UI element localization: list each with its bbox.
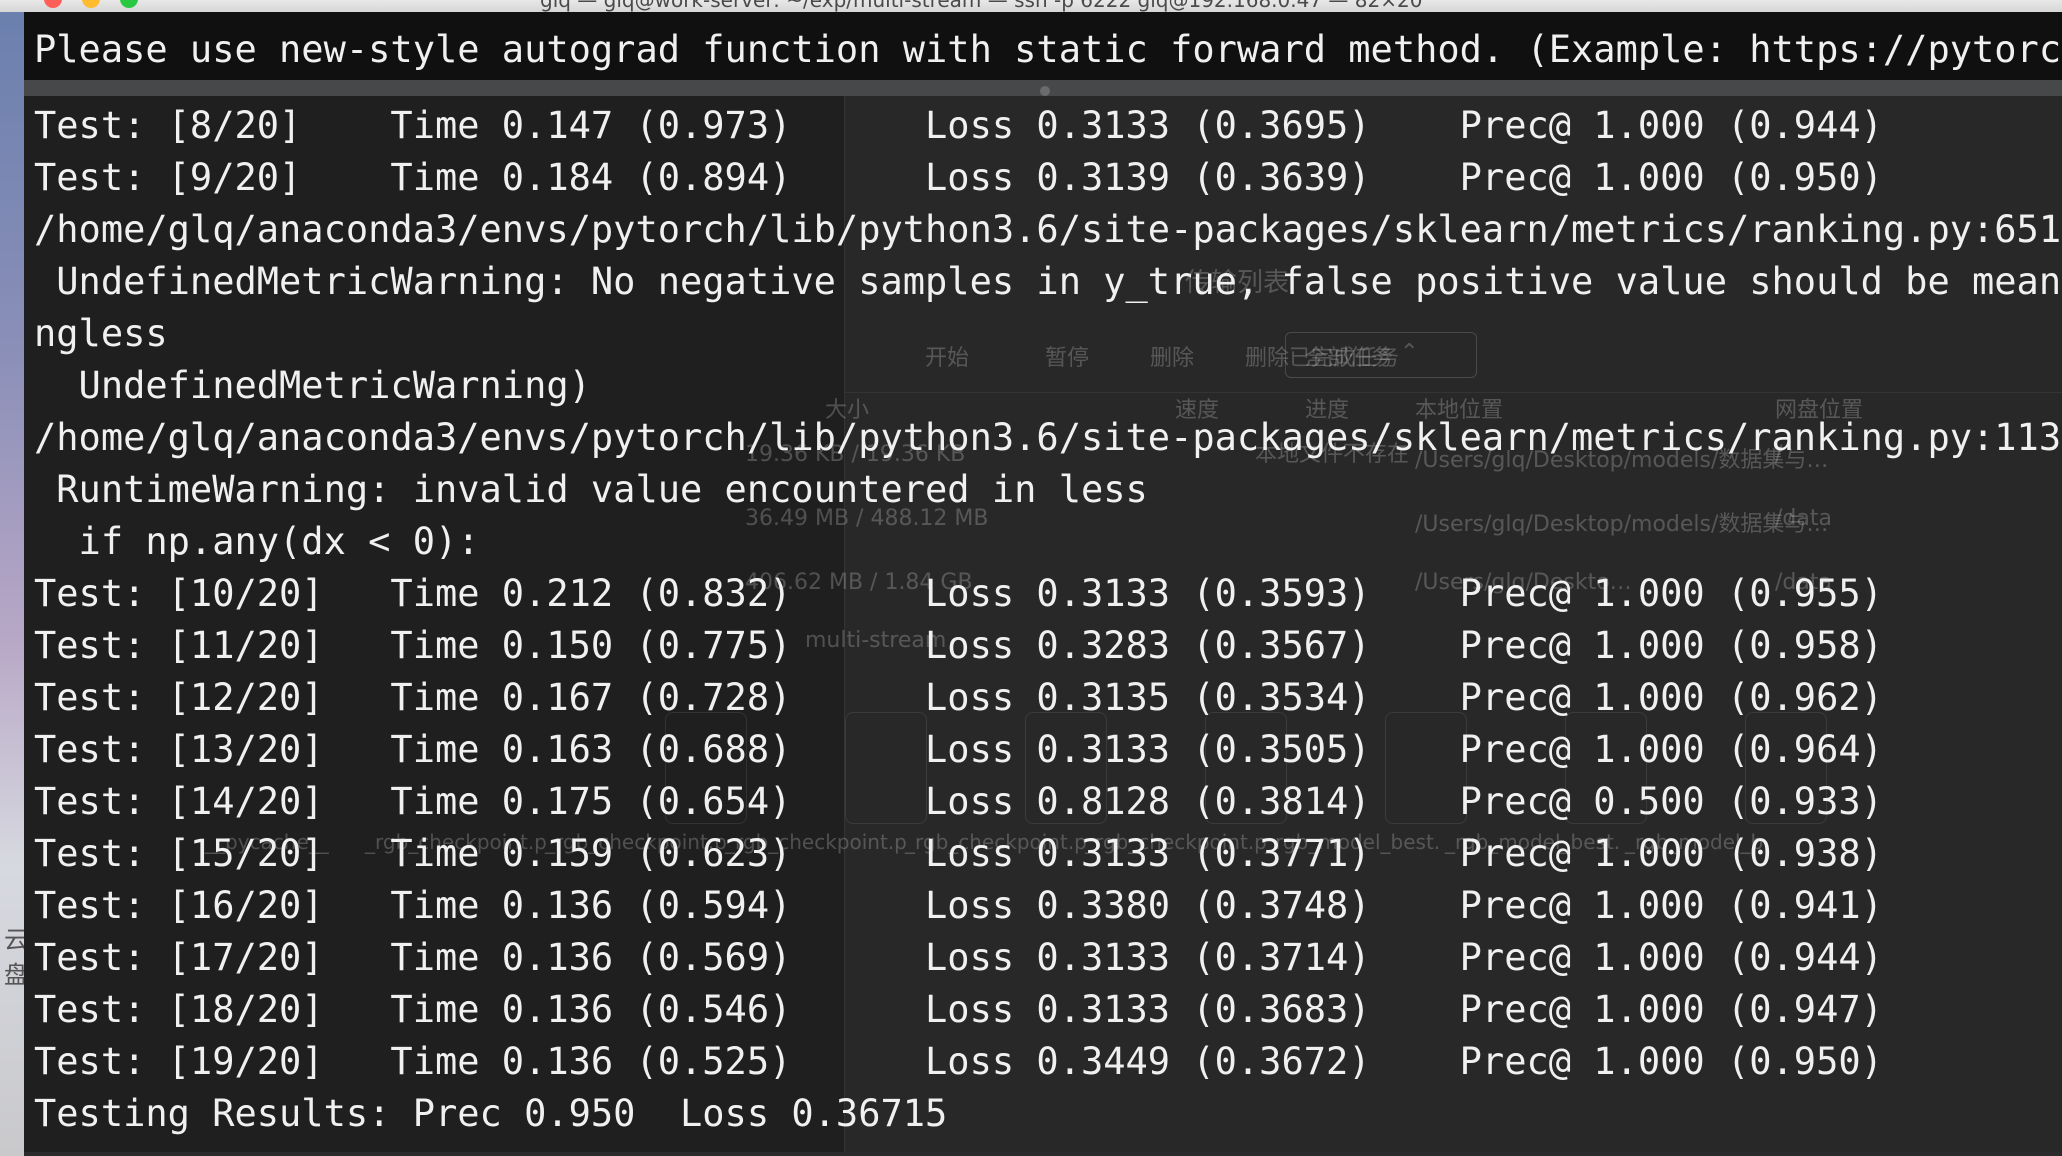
terminal-line: Test: [18/20] Time 0.136 (0.546) Loss 0.… xyxy=(34,988,1883,1031)
terminal-line: /home/glq/anaconda3/envs/pytorch/lib/pyt… xyxy=(34,416,2062,459)
window-titlebar[interactable]: glq — glq@work-server: ~/exp/multi-strea… xyxy=(0,0,2062,12)
terminal-header-text: Please use new-style autograd function w… xyxy=(34,28,2062,71)
terminal-window[interactable]: 传输列表 开始 暂停 删除 删除已完成任务 全部任务 ⌃ 大小 速度 进度 本地… xyxy=(24,12,2062,1152)
terminal-line: Test: [14/20] Time 0.175 (0.654) Loss 0.… xyxy=(34,780,1883,823)
terminal-line: Test: [10/20] Time 0.212 (0.832) Loss 0.… xyxy=(34,572,1883,615)
terminal-line: Test: [8/20] Time 0.147 (0.973) Loss 0.3… xyxy=(34,104,1883,147)
terminal-line: Test: [9/20] Time 0.184 (0.894) Loss 0.3… xyxy=(34,156,1883,199)
ghost-row-2-remote: /data xyxy=(1775,506,1832,531)
terminal-results-line: Testing Results: Prec 0.950 Loss 0.36715 xyxy=(34,1092,948,1135)
terminal-line: UndefinedMetricWarning: No negative samp… xyxy=(34,260,2062,303)
terminal-line: if np.any(dx < 0): xyxy=(34,520,480,563)
terminal-line: Test: [11/20] Time 0.150 (0.775) Loss 0.… xyxy=(34,624,1883,667)
split-handle-icon[interactable] xyxy=(1040,86,1050,96)
ghost-filter-label: 全部任务 xyxy=(1305,346,1394,371)
terminal-line: /home/glq/anaconda3/envs/pytorch/lib/pyt… xyxy=(34,208,2062,251)
terminal-line: ngless xyxy=(34,312,168,355)
minimize-window-icon[interactable] xyxy=(82,0,100,8)
ghost-toolbar-delete: 删除 xyxy=(1150,346,1195,371)
terminal-line: Test: [19/20] Time 0.136 (0.525) Loss 0.… xyxy=(34,1040,1883,1083)
terminal-line: RuntimeWarning: invalid value encountere… xyxy=(34,468,1148,511)
terminal-line: Test: [12/20] Time 0.167 (0.728) Loss 0.… xyxy=(34,676,1883,719)
terminal-line: Test: [15/20] Time 0.159 (0.623) Loss 0.… xyxy=(34,832,1883,875)
desktop-background: 云盘 xyxy=(0,0,28,1156)
terminal-line: Test: [16/20] Time 0.136 (0.594) Loss 0.… xyxy=(34,884,1883,927)
window-title: glq — glq@work-server: ~/exp/multi-strea… xyxy=(540,0,1423,12)
terminal-header-output: Please use new-style autograd function w… xyxy=(24,12,2062,80)
ghost-row-2-local: /Users/glq/Desktop/models/数据集与… xyxy=(1415,512,1829,537)
close-window-icon[interactable] xyxy=(44,0,62,8)
ghost-toolbar-pause: 暂停 xyxy=(1045,346,1090,371)
ghost-toolbar-start: 开始 xyxy=(925,346,970,371)
terminal-line: Test: [17/20] Time 0.136 (0.569) Loss 0.… xyxy=(34,936,1883,979)
ghost-filter-chevron-icon: ⌃ xyxy=(1400,340,1419,365)
terminal-line: UndefinedMetricWarning) xyxy=(34,364,591,407)
zoom-window-icon[interactable] xyxy=(120,0,138,8)
terminal-line: Test: [13/20] Time 0.163 (0.688) Loss 0.… xyxy=(34,728,1883,771)
